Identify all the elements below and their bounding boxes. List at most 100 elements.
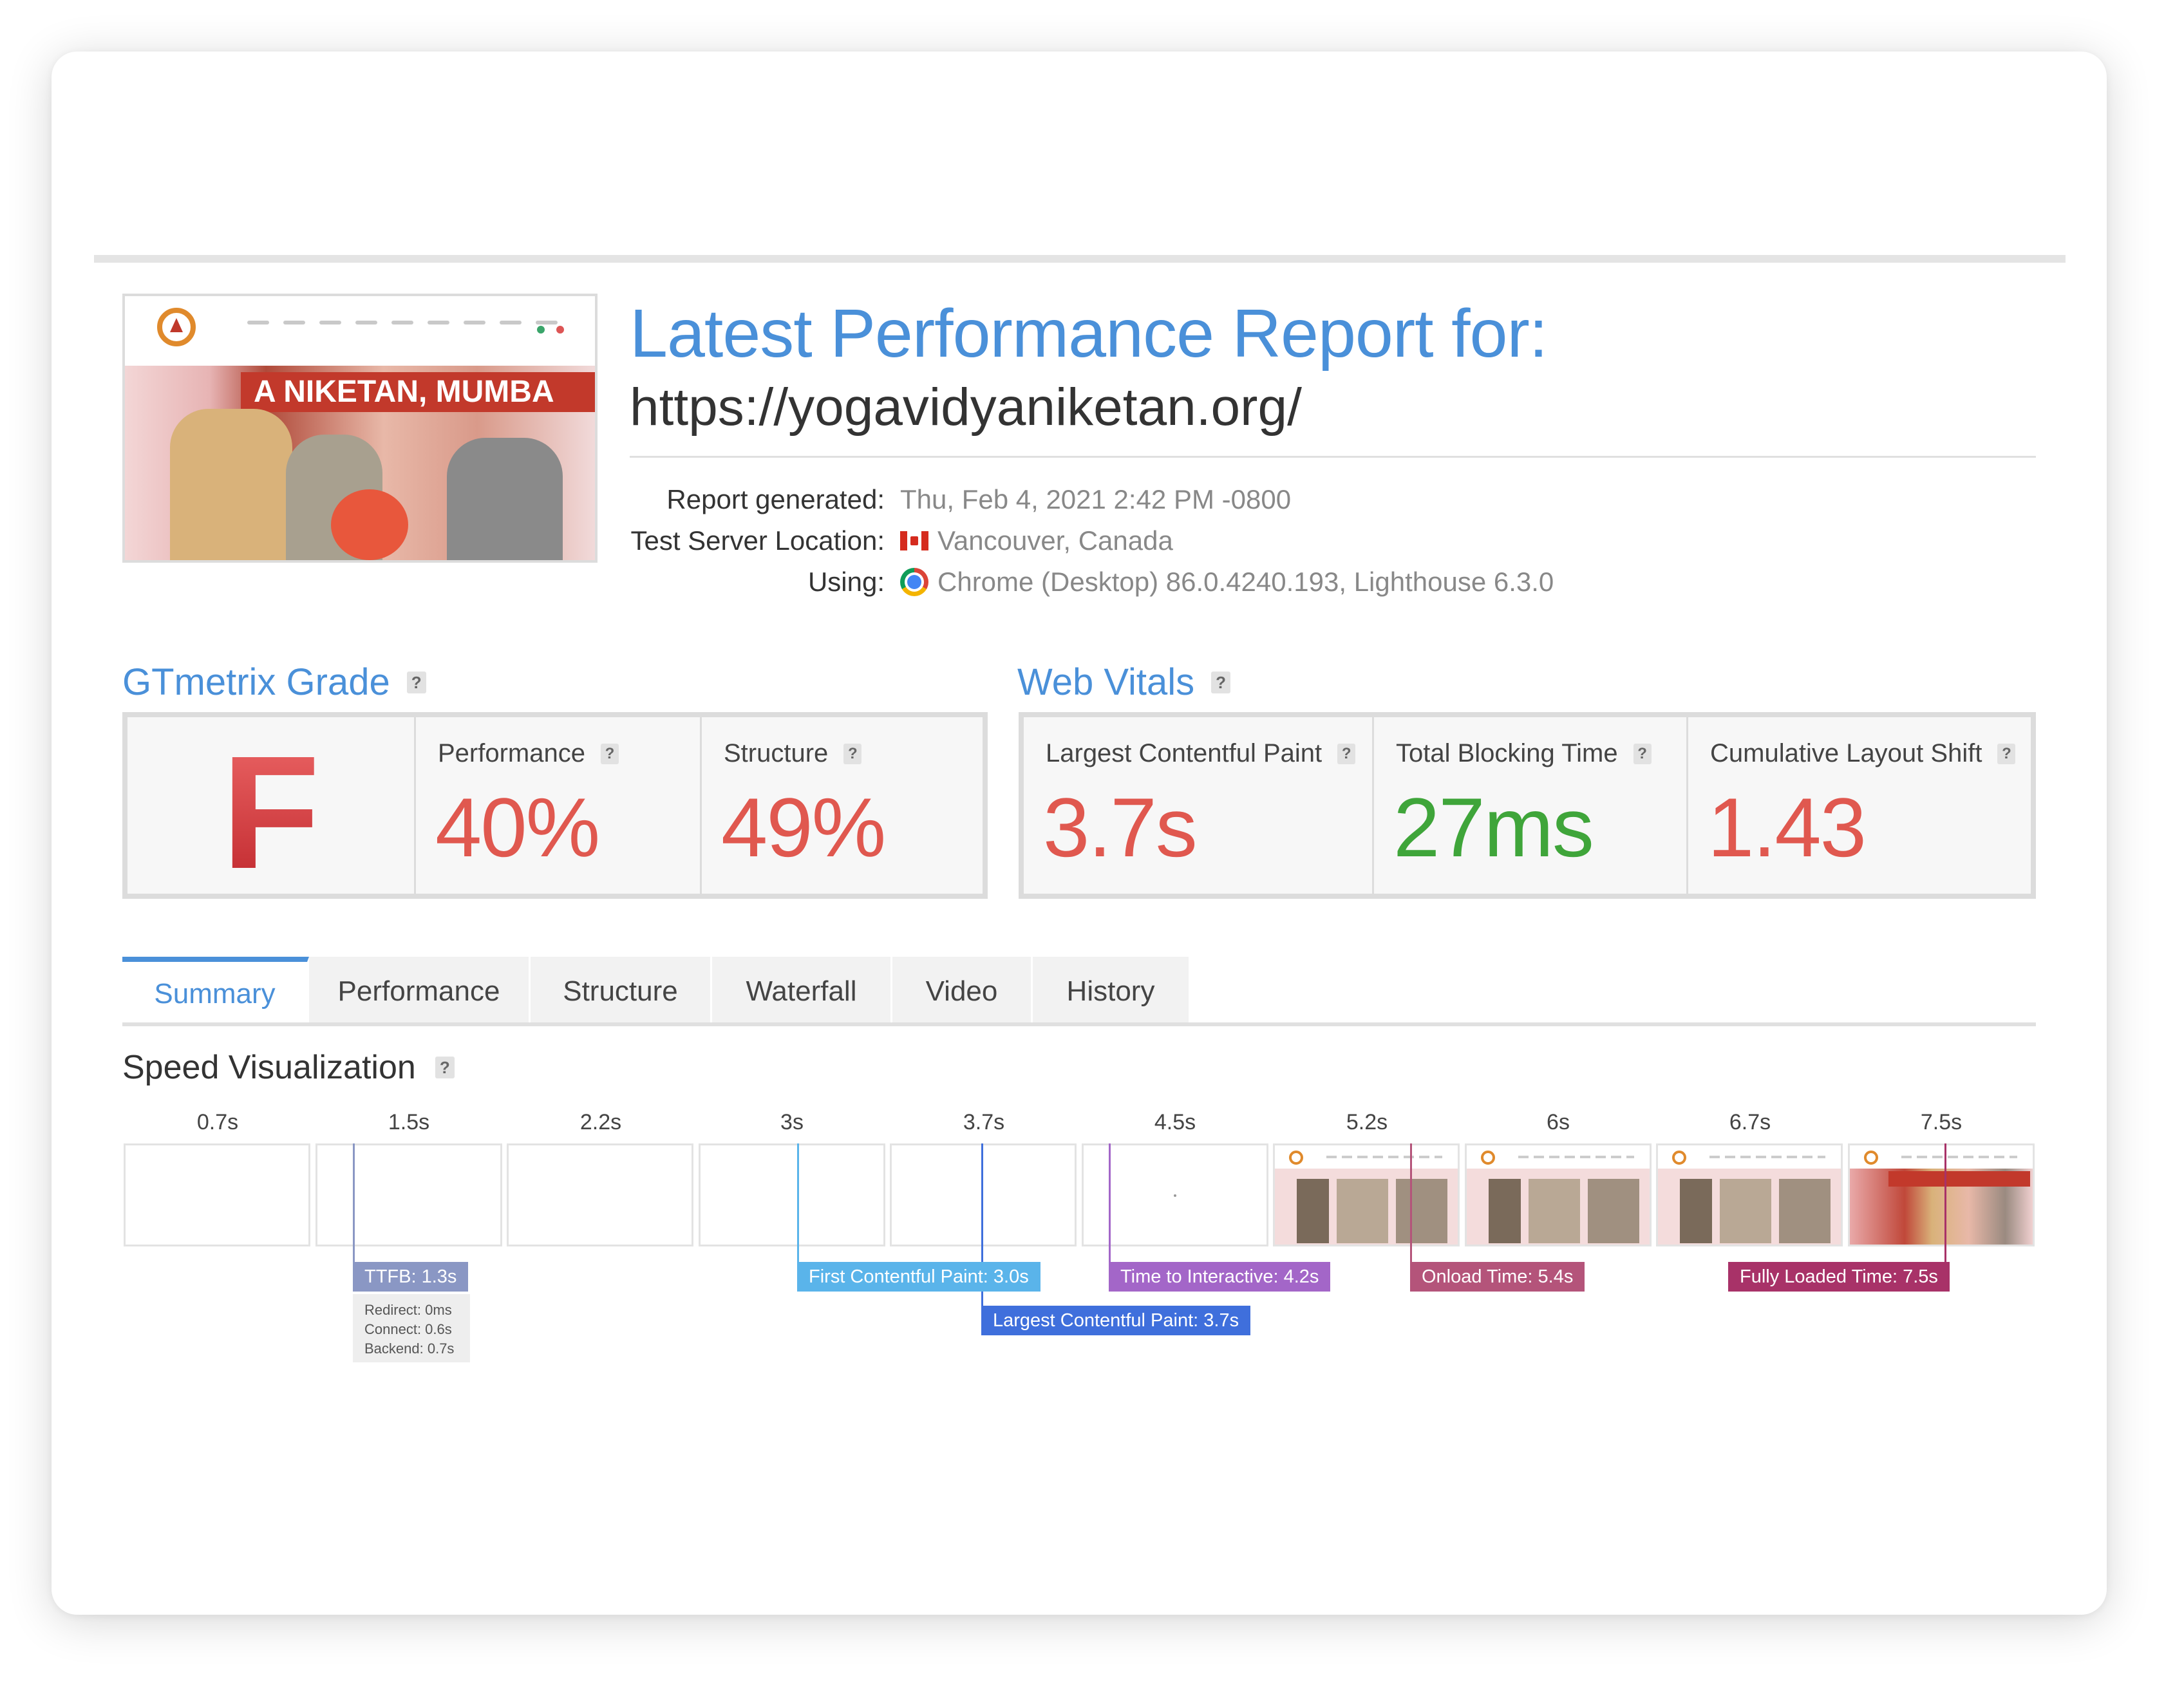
frame-time-label: 0.7s (196, 1110, 239, 1134)
label-text: Total Blocking Time (1396, 739, 1618, 767)
ttfb-backend: Backend: 0.7s (364, 1340, 455, 1357)
report-date: Thu, Feb 4, 2021 2:42 PM -0800 (900, 484, 1292, 514)
frame-header (1658, 1145, 1841, 1169)
frame-image (1297, 1179, 1329, 1243)
frame-time-label: 3s (780, 1110, 804, 1134)
help-icon[interactable]: ? (600, 743, 619, 764)
help-icon[interactable]: ? (1211, 671, 1231, 693)
meta-label: Test Server Location: (630, 525, 885, 556)
filmstrip-frame[interactable] (507, 1143, 693, 1246)
structure-score-cell: Structure ? 49% (702, 717, 983, 894)
tti-tag[interactable]: Time to Interactive: 4.2s (1109, 1262, 1331, 1292)
gtmetrix-grade-heading: GTmetrix Grade ? (122, 661, 426, 704)
filmstrip-frame[interactable] (699, 1143, 885, 1246)
thumbnail-flowers (331, 489, 408, 560)
performance-label: Performance ? (438, 739, 619, 768)
site-logo-icon (1289, 1151, 1303, 1165)
tabs-divider (122, 1022, 2036, 1026)
vital-label: Total Blocking Time ? (1396, 739, 1652, 768)
frame-time-label: 6.7s (1729, 1110, 1771, 1134)
help-icon[interactable]: ? (1633, 743, 1652, 764)
frame-image (1529, 1179, 1580, 1243)
tab-summary[interactable]: Summary (122, 957, 309, 1026)
fully-loaded-tag[interactable]: Fully Loaded Time: 7.5s (1728, 1262, 1950, 1292)
help-icon[interactable]: ? (843, 743, 862, 764)
frame-image (1489, 1179, 1521, 1243)
frame-image (1396, 1179, 1447, 1243)
frame-nav (1709, 1156, 1825, 1158)
meta-server-location: Test Server Location: Vancouver, Canada (579, 525, 1996, 564)
site-thumbnail[interactable]: A NIKETAN, MUMBA (122, 294, 598, 563)
thumbnail-header (125, 296, 595, 366)
frame-time-label: 6s (1547, 1110, 1570, 1134)
frame-nav (1901, 1156, 2017, 1158)
meta-label: Report generated: (666, 484, 885, 514)
ttfb-tag[interactable]: TTFB: 1.3s (353, 1262, 469, 1292)
help-icon[interactable]: ? (1337, 743, 1356, 764)
tab-history[interactable]: History (1033, 957, 1189, 1026)
ttfb-connect: Connect: 0.6s (364, 1321, 452, 1337)
filmstrip-frame[interactable] (124, 1143, 310, 1246)
onload-tag[interactable]: Onload Time: 5.4s (1410, 1262, 1585, 1292)
frame-nav (1518, 1156, 1634, 1158)
title-divider (630, 456, 2036, 458)
thumbnail-banner: A NIKETAN, MUMBA (241, 372, 595, 412)
tab-performance[interactable]: Performance (309, 957, 531, 1026)
frame-time-label: 2.2s (579, 1110, 622, 1134)
section-title-text: Speed Visualization (122, 1049, 416, 1086)
help-icon[interactable]: ? (435, 1057, 455, 1078)
frame-header (1275, 1145, 1458, 1169)
vital-label: Cumulative Layout Shift ? (1710, 739, 2016, 768)
frame-image (1720, 1179, 1771, 1243)
structure-label: Structure ? (724, 739, 862, 768)
frame-time-label: 3.7s (963, 1110, 1005, 1134)
ttfb-redirect: Redirect: 0ms (364, 1302, 452, 1318)
tab-structure[interactable]: Structure (531, 957, 712, 1026)
site-logo-icon (1672, 1151, 1686, 1165)
report-tabs: Summary Performance Structure Waterfall … (122, 957, 1189, 1026)
filmstrip-frame[interactable] (1465, 1143, 1652, 1246)
filmstrip-frame[interactable] (1656, 1143, 1843, 1246)
filmstrip-frame[interactable] (1848, 1143, 2035, 1246)
performance-score-cell: Performance ? 40% (416, 717, 702, 894)
section-title-text: Web Vitals (1017, 661, 1195, 703)
thumbnail-nav (247, 321, 558, 324)
gtmetrix-grade-panel: F Performance ? 40% Structure ? 49% (122, 712, 988, 902)
meta-value: Chrome (Desktop) 86.0.4240.193, Lighthou… (900, 567, 1554, 597)
lcp-tag[interactable]: Largest Contentful Paint: 3.7s (981, 1306, 1251, 1335)
help-icon[interactable]: ? (406, 671, 426, 693)
frame-image (1588, 1179, 1639, 1243)
label-text: Largest Contentful Paint (1046, 739, 1323, 767)
frame-image (1779, 1179, 1831, 1243)
filmstrip-frame[interactable] (315, 1143, 502, 1246)
meta-value: Vancouver, Canada (900, 525, 1173, 556)
section-title-text: GTmetrix Grade (122, 661, 390, 703)
canada-flag-icon (900, 531, 928, 550)
report-title: Latest Performance Report for: (630, 296, 1548, 371)
vital-label: Largest Contentful Paint ? (1046, 739, 1356, 768)
site-logo-icon (157, 308, 196, 346)
meta-label: Using: (807, 567, 885, 597)
performance-score: 40% (435, 780, 600, 874)
frame-time-label: 5.2s (1346, 1110, 1388, 1134)
fcp-tag[interactable]: First Contentful Paint: 3.0s (797, 1262, 1040, 1292)
frame-header (1467, 1145, 1650, 1169)
meta-report-generated: Report generated: Thu, Feb 4, 2021 2:42 … (579, 484, 1996, 523)
filmstrip-frame[interactable] (890, 1143, 1077, 1246)
grade-letter-cell: F (127, 717, 416, 902)
frame-time-label: 7.5s (1920, 1110, 1963, 1134)
tab-video[interactable]: Video (892, 957, 1033, 1026)
ttfb-breakdown: Redirect: 0ms Connect: 0.6s Backend: 0.7… (353, 1294, 470, 1362)
grade-letter: F (127, 717, 414, 902)
vital-tbt-value: 27ms (1393, 780, 1594, 874)
thumbnail-dot-icon (537, 326, 545, 334)
frame-time-label: 1.5s (388, 1110, 430, 1134)
tab-waterfall[interactable]: Waterfall (712, 957, 892, 1026)
filmstrip-frame[interactable] (1273, 1143, 1460, 1246)
frame-image (1850, 1169, 2033, 1245)
server-location: Vancouver, Canada (937, 525, 1173, 556)
chrome-icon (900, 568, 928, 596)
help-icon[interactable]: ? (1997, 743, 2016, 764)
report-url[interactable]: https://yogavidyaniketan.org/ (630, 377, 1302, 438)
site-logo-icon (1481, 1151, 1495, 1165)
